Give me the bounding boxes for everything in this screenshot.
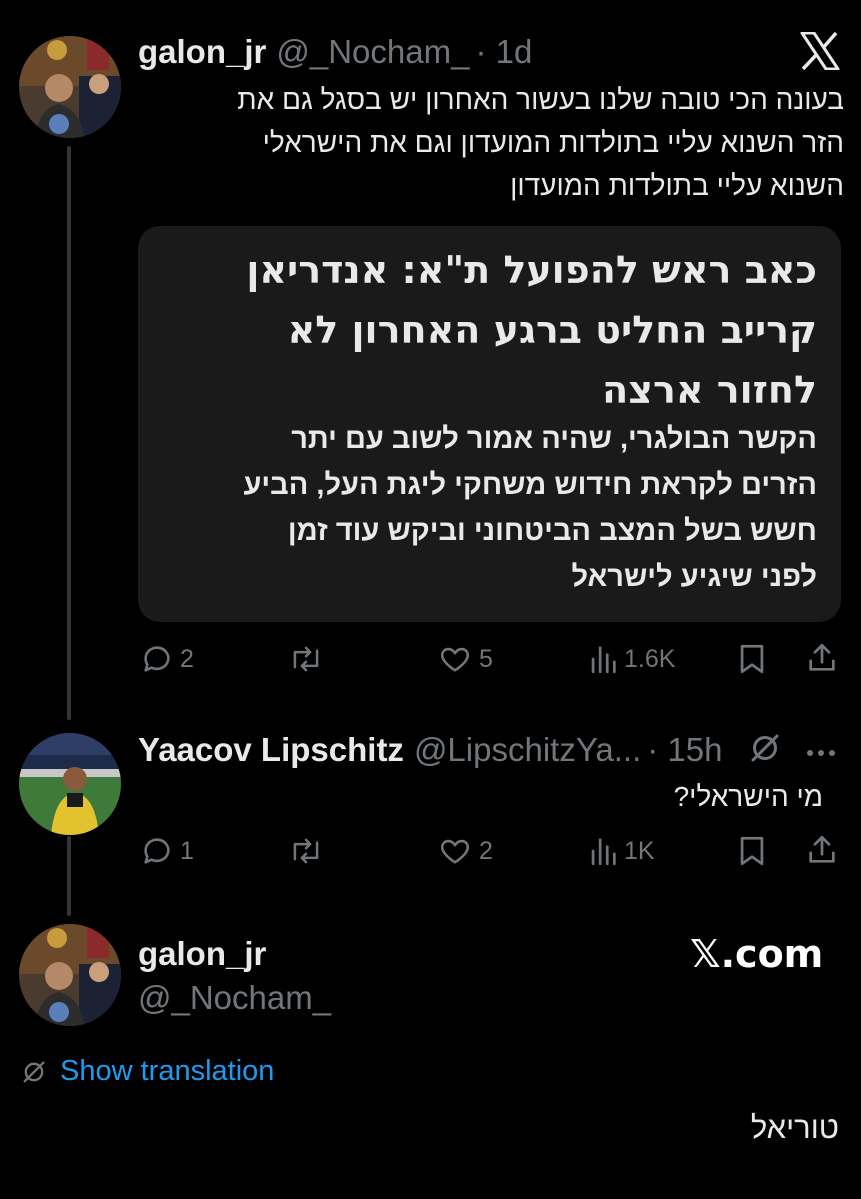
reply-icon [144,838,170,864]
card-headline-line: לחזור ארצה [602,368,817,412]
repost-icon [293,838,319,864]
repost-button[interactable] [288,834,324,868]
tweet-text-line: הזר השנוא עליי בתולדות המועדון וגם את הי… [262,127,844,158]
share-button[interactable] [805,833,839,867]
tweet-text-line: השנוא עליי בתולדות המועדון [510,170,844,201]
tweet-text: בעונה הכי טובה שלנו בעשור האחרון יש בסגל… [144,78,844,207]
bookmark-button[interactable] [737,834,767,868]
reply-count: 2 [180,644,194,673]
author-handle[interactable]: @_Nocham_ [276,33,469,71]
x-logo-icon[interactable] [800,31,840,75]
bookmark-icon [740,836,764,866]
reply-button[interactable]: 2 [140,642,194,676]
like-button[interactable]: 2 [437,834,493,868]
card-body: הקשר הבולגרי, שהיה אמור לשוב עם יתר הזרי… [157,416,817,600]
author-name[interactable]: galon_jr [138,935,266,973]
thread-line-2 [67,836,71,916]
author-handle[interactable]: @_Nocham_ [138,979,331,1017]
card-body-line: הקשר הבולגרי, שהיה אמור לשוב עם יתר [291,423,817,455]
reply-count: 1 [180,836,194,865]
show-translation-label: Show translation [60,1055,275,1087]
heart-icon [440,647,470,672]
heart-icon [440,839,470,864]
avatar[interactable] [19,924,121,1026]
card-body-line: חשש בשל המצב הביטחוני וביקש עוד זמן [287,515,817,547]
like-button[interactable]: 5 [437,642,493,676]
views-count: 1.6K [624,644,676,673]
thread-line-1 [67,146,71,720]
reply-button[interactable]: 1 [140,834,194,868]
views-count: 1K [624,836,655,865]
more-options-icon[interactable] [806,744,836,762]
share-icon [809,643,835,671]
translate-icon[interactable] [747,730,783,771]
avatar[interactable] [19,36,121,138]
views-icon [591,838,616,866]
author-name[interactable]: Yaacov Lipschitz [138,731,404,769]
card-body-line: הזרים לקראת חידוש משחקי ליגת העל, הביע [243,469,817,501]
avatar[interactable] [19,733,121,835]
share-button[interactable] [805,641,839,675]
bookmark-button[interactable] [737,642,767,676]
tweet-text: מי הישראלי? [673,781,823,812]
tweet-time[interactable]: · 15h [647,731,722,769]
author-name[interactable]: galon_jr [138,33,266,71]
share-icon [809,835,835,863]
card-body-line: לפני שיגיע לישראל [571,561,817,593]
views-button[interactable]: 1.6K [588,642,675,676]
like-count: 5 [479,644,493,673]
reply-icon [144,646,170,672]
card-headline-line: קרייב החליט ברגע האחרון לא [287,308,817,352]
like-count: 2 [479,836,493,865]
views-icon [591,646,616,674]
author-handle[interactable]: @LipschitzYa... [414,731,641,769]
show-translation-link[interactable]: Show translation [20,1055,274,1088]
views-button[interactable]: 1K [588,834,655,868]
translate-icon [23,1061,45,1082]
repost-button[interactable] [288,642,324,676]
card-headline: כאב ראש להפועל ת"א: אנדריאן קרייב החליט … [157,240,817,420]
repost-icon [293,646,319,672]
bookmark-icon [740,644,764,674]
brand-link: 𝕏.com [690,932,824,976]
tweet-time[interactable]: · 1d [475,33,532,71]
tweet-text: טוריאל [750,1110,839,1145]
article-card[interactable]: כאב ראש להפועל ת"א: אנדריאן קרייב החליט … [138,226,841,622]
card-headline-line: כאב ראש להפועל ת"א: אנדריאן [246,248,817,292]
tweet-text-line: בעונה הכי טובה שלנו בעשור האחרון יש בסגל… [237,84,844,115]
